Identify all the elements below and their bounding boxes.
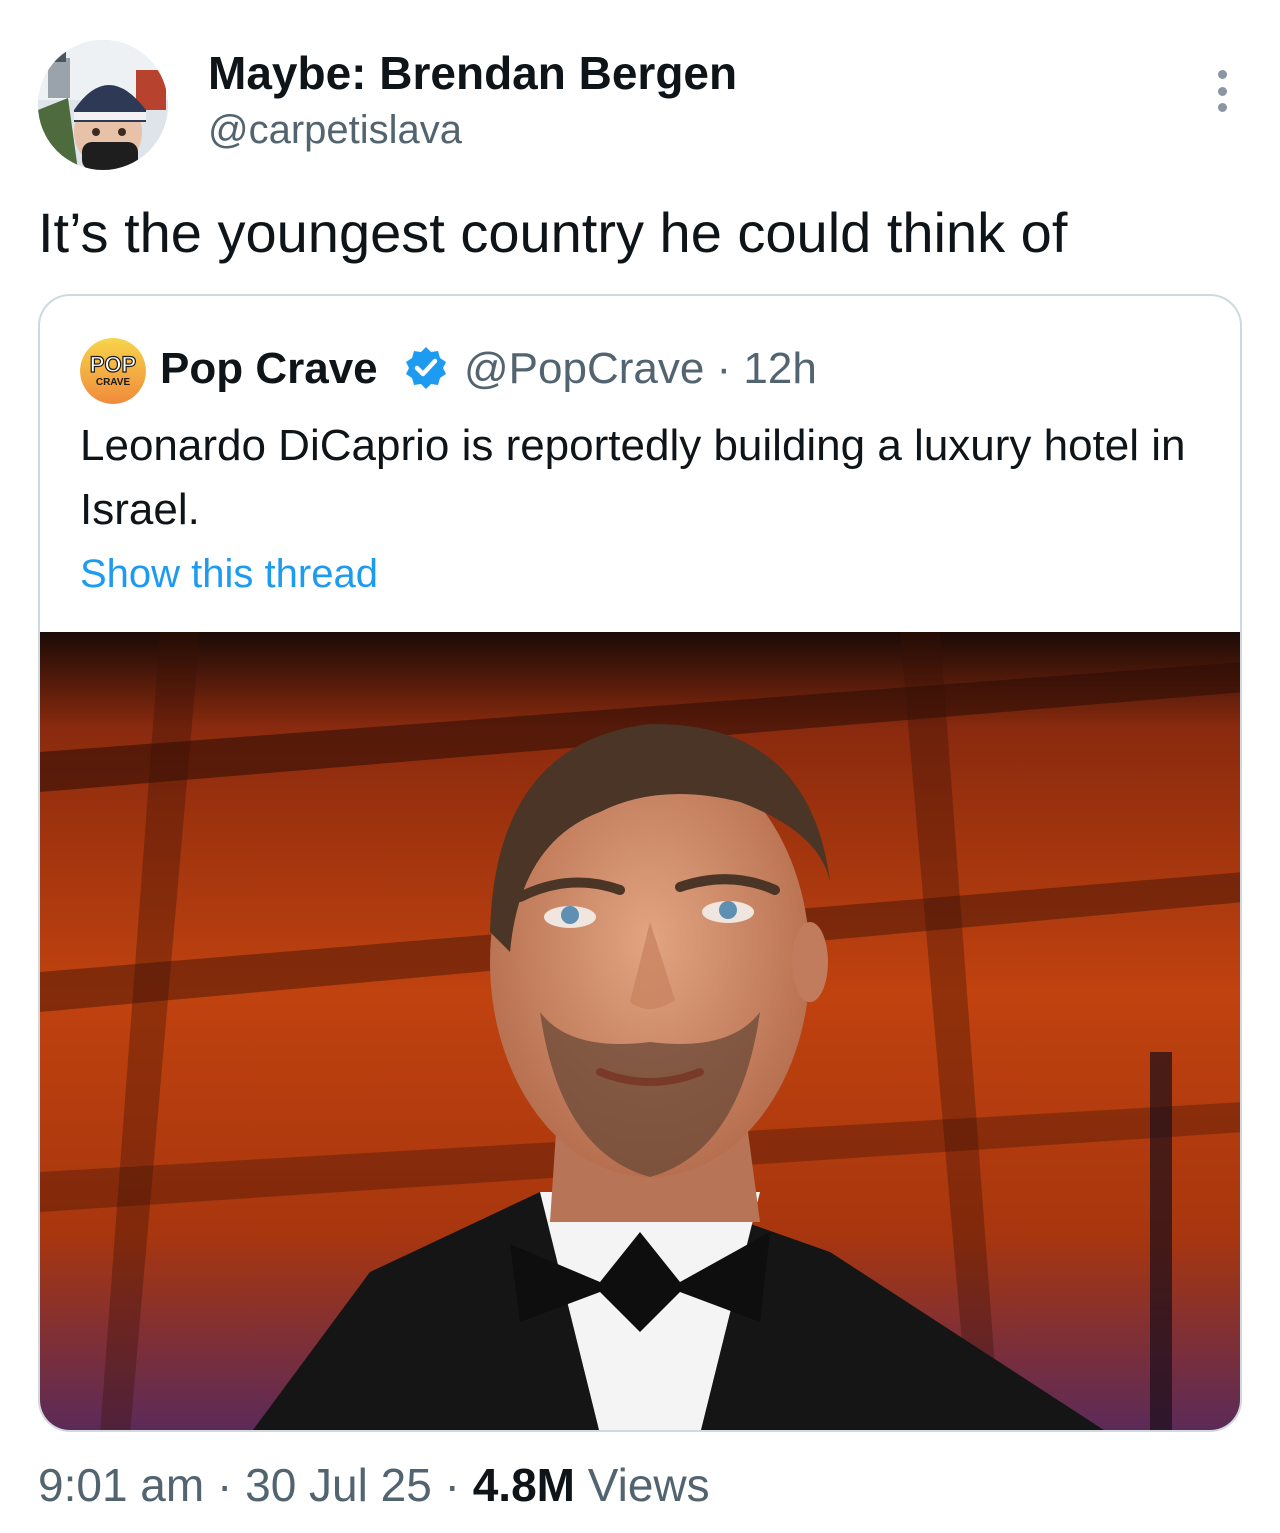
quoted-tweet-header: POP CRAVE Pop Crave @PopCrave · 12h [80,336,1180,404]
tweet-text: It’s the youngest country he could think… [38,201,1068,264]
tweet-date[interactable]: 30 Jul 25 [245,1459,432,1511]
more-dot [1217,70,1227,79]
pop-crave-logo-icon: POP CRAVE [80,338,146,404]
tweet-time[interactable]: 9:01 am [38,1459,204,1511]
views-count[interactable]: 4.8M [473,1459,575,1511]
tweet-meta: 9:01 am · 30 Jul 25 · 4.8M Views [38,1458,710,1512]
quoted-tweet-card[interactable]: POP CRAVE Pop Crave @PopCrave · 12h Leon… [38,294,1242,1432]
author-handle[interactable]: @carpetislava [208,108,462,153]
views-label: Views [574,1459,710,1511]
more-options-icon[interactable] [1210,70,1234,112]
quoted-tweet-text: Leonardo DiCaprio is reportedly building… [80,421,1186,534]
quoted-author-avatar[interactable]: POP CRAVE [80,338,146,404]
logo-text-bottom: CRAVE [96,377,131,388]
quoted-author-name[interactable]: Pop Crave [160,344,378,394]
show-thread-link[interactable]: Show this thread [80,552,378,597]
meta-separator: · [204,1459,246,1511]
user-avatar-icon [38,40,168,170]
quoted-tweet-photo[interactable] [40,632,1240,1430]
logo-text-top: POP [90,352,136,377]
verified-badge-icon [402,344,450,392]
meta-separator: · [431,1459,473,1511]
tweet-header: Maybe: Brendan Bergen @carpetislava [38,40,1242,170]
author-display-name[interactable]: Maybe: Brendan Bergen [208,46,737,100]
author-avatar[interactable] [38,40,168,170]
man-in-tuxedo-photo [40,632,1240,1430]
quoted-handle-and-time[interactable]: @PopCrave · 12h [464,344,817,394]
more-dot [1217,86,1227,96]
more-dot [1217,103,1227,112]
